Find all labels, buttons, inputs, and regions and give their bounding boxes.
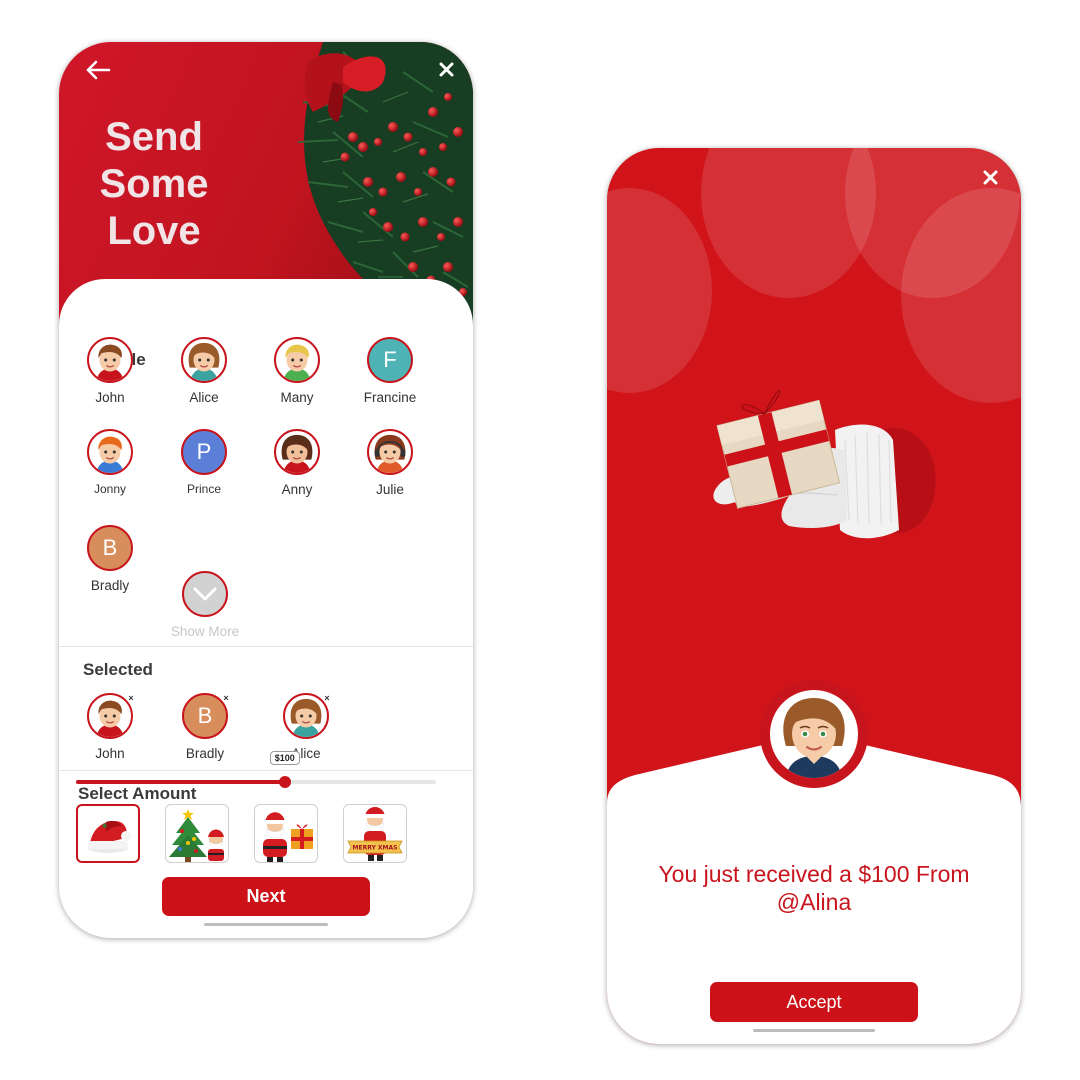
chevron-down-icon bbox=[193, 587, 217, 601]
boy-blond-avatar-icon bbox=[283, 344, 311, 381]
avatar: B bbox=[87, 525, 133, 571]
girl-brown-avatar-icon bbox=[290, 698, 322, 737]
avatar-initial: B bbox=[197, 703, 213, 728]
santa-hat-icon bbox=[88, 820, 131, 853]
gift-received-screen: You just received a $100 From @Alina Acc… bbox=[607, 148, 1021, 1044]
close-button[interactable] bbox=[435, 58, 457, 80]
show-more-label: Show More bbox=[170, 624, 240, 639]
person-francine[interactable]: F Francine bbox=[345, 337, 435, 405]
card-option-santa-gift[interactable] bbox=[254, 804, 318, 863]
boy-ginger-avatar-icon bbox=[96, 436, 124, 473]
person-prince[interactable]: P Prince bbox=[159, 429, 249, 496]
next-button[interactable]: Next bbox=[162, 877, 370, 916]
person-julie[interactable]: Julie bbox=[345, 429, 435, 497]
person-alice[interactable]: Alice bbox=[159, 337, 249, 405]
person-name: John bbox=[95, 746, 125, 761]
slider-fill bbox=[76, 780, 285, 784]
home-indicator bbox=[204, 923, 328, 926]
santa-merry-xmas-icon: MERRY XMAS bbox=[347, 806, 403, 861]
accept-button[interactable]: Accept bbox=[710, 982, 918, 1022]
banner-text: MERRY XMAS bbox=[353, 844, 398, 851]
avatar bbox=[274, 337, 320, 383]
close-icon bbox=[439, 62, 453, 76]
selected-john[interactable]: × John bbox=[65, 693, 155, 761]
person-many[interactable]: Many bbox=[252, 337, 342, 405]
person-name: Alice bbox=[189, 390, 219, 405]
girl-dark-avatar-icon bbox=[281, 434, 313, 473]
selected-bradly[interactable]: B × Bradly bbox=[160, 693, 250, 761]
amount-slider[interactable]: $100 bbox=[76, 751, 436, 788]
santa-gift-icon bbox=[263, 807, 313, 862]
person-name: Anny bbox=[281, 482, 313, 497]
card-option-tree[interactable] bbox=[165, 804, 229, 863]
avatar bbox=[367, 429, 413, 475]
avatar bbox=[181, 337, 227, 383]
arrow-left-icon bbox=[86, 60, 111, 80]
avatar bbox=[87, 337, 133, 383]
person-name: Prince bbox=[186, 482, 221, 496]
send-love-screen: Send Some Love People JohnAliceManyFFran… bbox=[59, 42, 473, 938]
card-option-santa-hat[interactable] bbox=[76, 804, 140, 863]
avatar bbox=[274, 429, 320, 475]
avatar-girl-icon bbox=[783, 698, 845, 778]
person-anny[interactable]: Anny bbox=[252, 429, 342, 497]
avatar-initial: P bbox=[196, 439, 212, 464]
page-title: Send Some Love bbox=[99, 115, 209, 253]
remove-selected-icon[interactable]: × bbox=[221, 693, 231, 703]
girl-brown-avatar-icon bbox=[188, 342, 220, 381]
person-name: Jonny bbox=[93, 482, 127, 496]
person-name: Francine bbox=[363, 390, 417, 405]
sender-avatar bbox=[760, 680, 868, 788]
avatar: F bbox=[367, 337, 413, 383]
person-bradly[interactable]: B Bradly bbox=[65, 525, 155, 593]
back-button[interactable] bbox=[83, 58, 113, 82]
christmas-tree-santa-icon bbox=[169, 808, 224, 862]
selected-section-title: Selected bbox=[83, 660, 153, 679]
boy-brown-avatar-icon bbox=[96, 344, 124, 381]
remove-selected-icon[interactable]: × bbox=[126, 693, 136, 703]
avatar-initial: F bbox=[383, 347, 397, 372]
show-more-button[interactable]: Show More bbox=[160, 571, 250, 639]
person-name: Julie bbox=[376, 482, 404, 497]
remove-selected-icon[interactable]: × bbox=[322, 693, 332, 703]
person-name: John bbox=[95, 390, 125, 405]
home-indicator bbox=[753, 1029, 875, 1032]
slider-thumb[interactable] bbox=[278, 776, 291, 788]
avatar bbox=[87, 429, 133, 475]
girl-headset-avatar-icon bbox=[374, 434, 406, 473]
show-more-avatar bbox=[182, 571, 228, 617]
received-message: You just received a $100 From @Alina bbox=[658, 861, 970, 915]
card-option-merry-xmas[interactable]: MERRY XMAS bbox=[343, 804, 407, 863]
person-name: Bradly bbox=[185, 746, 225, 761]
divider bbox=[59, 646, 473, 647]
amount-value-tooltip: $100 bbox=[269, 751, 300, 765]
avatar-initial: B bbox=[102, 535, 118, 560]
person-name: Many bbox=[280, 390, 314, 405]
person-jonny[interactable]: Jonny bbox=[65, 429, 155, 496]
person-john[interactable]: John bbox=[65, 337, 155, 405]
divider bbox=[59, 770, 473, 771]
boy-brown-avatar-icon bbox=[96, 700, 124, 737]
avatar: P bbox=[181, 429, 227, 475]
person-name: Bradly bbox=[90, 578, 130, 593]
